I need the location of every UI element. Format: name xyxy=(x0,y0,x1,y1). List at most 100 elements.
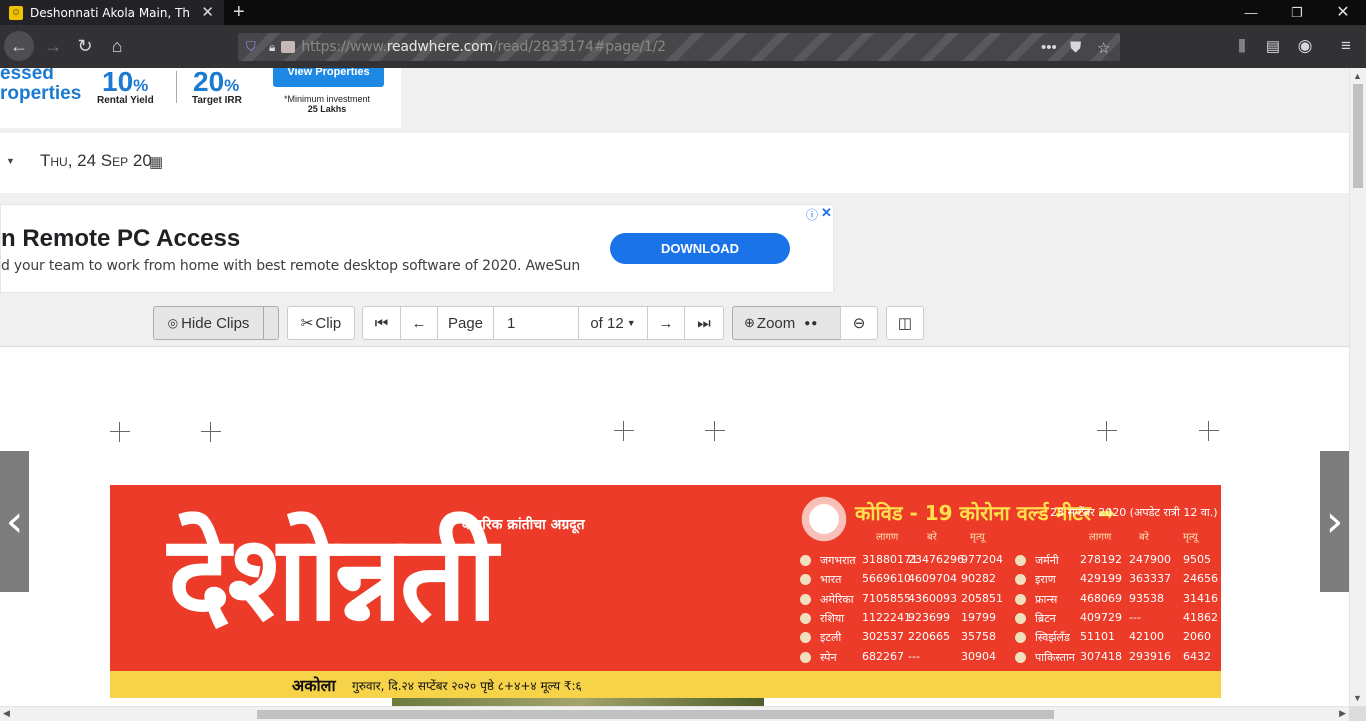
account-icon[interactable]: ◉ xyxy=(1290,31,1320,61)
page-photo-strip xyxy=(392,698,764,706)
zoom-button[interactable]: ⊕ Zoom ●● xyxy=(732,306,841,340)
minimum-investment-label: *Minimum investment xyxy=(283,94,371,104)
covid-name: अमेरिका xyxy=(820,592,854,606)
target-irr-label: Target IRR xyxy=(192,95,242,106)
page-actions-icon[interactable]: ••• xyxy=(1041,39,1057,56)
url-text[interactable]: https://www.readwhere.com/read/2833174#p… xyxy=(301,39,666,55)
horizontal-scroll-thumb[interactable] xyxy=(257,710,1054,719)
camera-permission-icon[interactable] xyxy=(281,41,296,53)
scroll-left-icon[interactable]: ◀ xyxy=(3,708,10,719)
covid-row: ब्रिटन 409729 --- 41862 xyxy=(1015,611,1349,626)
covid-name: रशिया xyxy=(820,611,845,625)
two-page-view-button[interactable]: ◫ xyxy=(886,306,924,340)
zoom-level-dots-icon: ●● xyxy=(804,317,819,329)
calendar-icon[interactable]: ▦ xyxy=(149,153,163,171)
col-header-cases: लागण xyxy=(876,532,899,543)
next-page-button[interactable]: → xyxy=(647,306,685,340)
col-header-deaths: मृत्यू xyxy=(1183,532,1198,543)
restore-window-icon[interactable]: ❐ xyxy=(1274,0,1320,25)
target-irr-number: 20 xyxy=(193,68,225,97)
percent-sign: % xyxy=(133,76,149,95)
hide-clips-button[interactable]: ◎ Hide Clips xyxy=(153,306,279,340)
bookmark-star-icon[interactable]: ☆ xyxy=(1097,39,1110,57)
date-bar: ▼ Thu, 24 Sep 20 ▦ xyxy=(0,133,1349,193)
close-tab-icon[interactable]: ✕ xyxy=(201,3,214,21)
rental-yield-number: 10 xyxy=(102,68,134,97)
library-icon[interactable]: ⫼ xyxy=(1227,31,1257,61)
clip-button[interactable]: ✂ Clip xyxy=(287,306,355,340)
rental-yield-value: 10% xyxy=(102,68,148,98)
minimize-window-icon[interactable]: — xyxy=(1228,0,1274,25)
scroll-right-icon[interactable]: ▶ xyxy=(1339,708,1346,719)
new-tab-icon[interactable]: + xyxy=(233,0,245,24)
covid-cases: 51101 xyxy=(1080,630,1115,644)
view-properties-button[interactable]: View Properties xyxy=(273,68,384,87)
next-page-arrow-icon[interactable]: › xyxy=(1320,451,1349,592)
country-flag-icon xyxy=(1015,593,1026,605)
covid-cases: 682267 xyxy=(862,649,904,663)
horizontal-scrollbar[interactable]: ◀ ▶ xyxy=(0,706,1349,721)
ad-close-icon[interactable]: ✕ xyxy=(821,205,832,221)
reload-icon[interactable]: ↻ xyxy=(70,31,100,61)
country-flag-icon xyxy=(800,574,811,586)
newspaper-tagline: वैचारिक क्रांतीचा अग्रदूत xyxy=(462,517,585,533)
scroll-up-icon[interactable]: ▲ xyxy=(1353,71,1362,81)
covid-name: पाकिस्तान xyxy=(1035,650,1075,664)
covid-deaths: 205851 xyxy=(961,591,1003,605)
rental-yield-label: Rental Yield xyxy=(97,95,154,106)
newspaper-viewer[interactable]: ‹ › देशोन्नती वैचारिक क्रांतीचा अग्रदूत … xyxy=(0,347,1349,706)
property-ad-banner[interactable]: essed roperties 10% Rental Yield 20% Tar… xyxy=(0,68,401,128)
country-flag-icon xyxy=(800,632,811,644)
last-page-button[interactable]: ⏭ xyxy=(684,306,724,340)
country-flag-icon xyxy=(1015,574,1026,586)
first-page-button[interactable]: ⏮ xyxy=(362,306,401,340)
tracking-shield-icon[interactable]: ⛉ xyxy=(246,39,260,55)
address-bar[interactable]: ⛉ 🔒︎ https://www.readwhere.com/read/2833… xyxy=(238,33,1120,61)
covid-row: फ्रान्स 468069 93538 31416 xyxy=(1015,592,1349,607)
covid-recovered: 293916 xyxy=(1129,649,1171,663)
menu-icon[interactable]: ≡ xyxy=(1331,31,1361,61)
col-header-recovered: बरे xyxy=(1139,532,1149,543)
sidebar-icon[interactable]: ▤ xyxy=(1258,31,1288,61)
ad-subtitle: d your team to work from home with best … xyxy=(1,258,580,274)
edition-dropdown-caret-icon[interactable]: ▼ xyxy=(6,156,15,166)
edition-date[interactable]: Thu, 24 Sep 20 xyxy=(40,151,152,171)
previous-page-button[interactable]: ← xyxy=(400,306,438,340)
close-window-icon[interactable]: ✕ xyxy=(1320,0,1366,25)
country-flag-icon xyxy=(1015,555,1026,566)
newspaper-masthead[interactable]: देशोन्नती वैचारिक क्रांतीचा अग्रदूत कोवि… xyxy=(110,485,1221,698)
country-flag-icon xyxy=(1015,612,1026,624)
pocket-icon[interactable]: ⛊ xyxy=(1070,39,1081,56)
first-page-icon: ⏮ xyxy=(374,314,389,332)
reader-toolbar: ◎ Hide Clips ✂ Clip ⏮ ← Page of 12 ▼ → ⏭… xyxy=(0,305,1349,346)
covid-recovered: 923699 xyxy=(908,610,950,624)
scroll-down-icon[interactable]: ▼ xyxy=(1353,693,1362,703)
vertical-scroll-thumb[interactable] xyxy=(1353,84,1363,188)
eye-slash-icon: ◎ xyxy=(167,316,179,330)
scrollbar-corner xyxy=(1349,706,1366,721)
forward-arrow-icon[interactable]: → xyxy=(38,31,68,61)
ad-info-icon[interactable]: ⓘ xyxy=(806,206,818,223)
crop-mark-icon xyxy=(1097,421,1117,441)
page-number-input[interactable] xyxy=(493,306,579,340)
download-button[interactable]: DOWNLOAD xyxy=(610,233,790,264)
browser-tab[interactable]: ☺ Deshonnati Akola Main, Thu, 24 ✕ xyxy=(0,0,224,25)
page-count-dropdown[interactable]: of 12 ▼ xyxy=(578,306,648,340)
page-count-label: of 12 xyxy=(590,314,624,332)
home-icon[interactable]: ⌂ xyxy=(102,31,132,61)
covid-cases: 409729 xyxy=(1080,610,1122,624)
navigation-toolbar: ← → ↻ ⌂ ⛉ 🔒︎ https://www.readwhere.com/r… xyxy=(0,25,1366,68)
lock-icon[interactable]: 🔒︎ xyxy=(269,40,275,55)
coronavirus-icon xyxy=(798,493,850,545)
edition-city: अकोला xyxy=(292,676,336,695)
covid-name: फ्रान्स xyxy=(1035,592,1058,606)
covid-deaths: 30904 xyxy=(961,649,996,663)
tab-title: Deshonnati Akola Main, Thu, 24 xyxy=(30,5,190,20)
zoom-out-button[interactable]: ⊖ xyxy=(840,306,878,340)
covid-deaths: 9505 xyxy=(1183,553,1211,566)
remote-access-ad[interactable]: n Remote PC Access d your team to work f… xyxy=(0,204,834,293)
back-arrow-icon[interactable]: ← xyxy=(4,31,34,61)
previous-page-arrow-icon[interactable]: ‹ xyxy=(0,451,29,592)
covid-recovered: --- xyxy=(908,649,920,663)
vertical-scrollbar[interactable]: ▲ ▼ xyxy=(1349,68,1366,706)
